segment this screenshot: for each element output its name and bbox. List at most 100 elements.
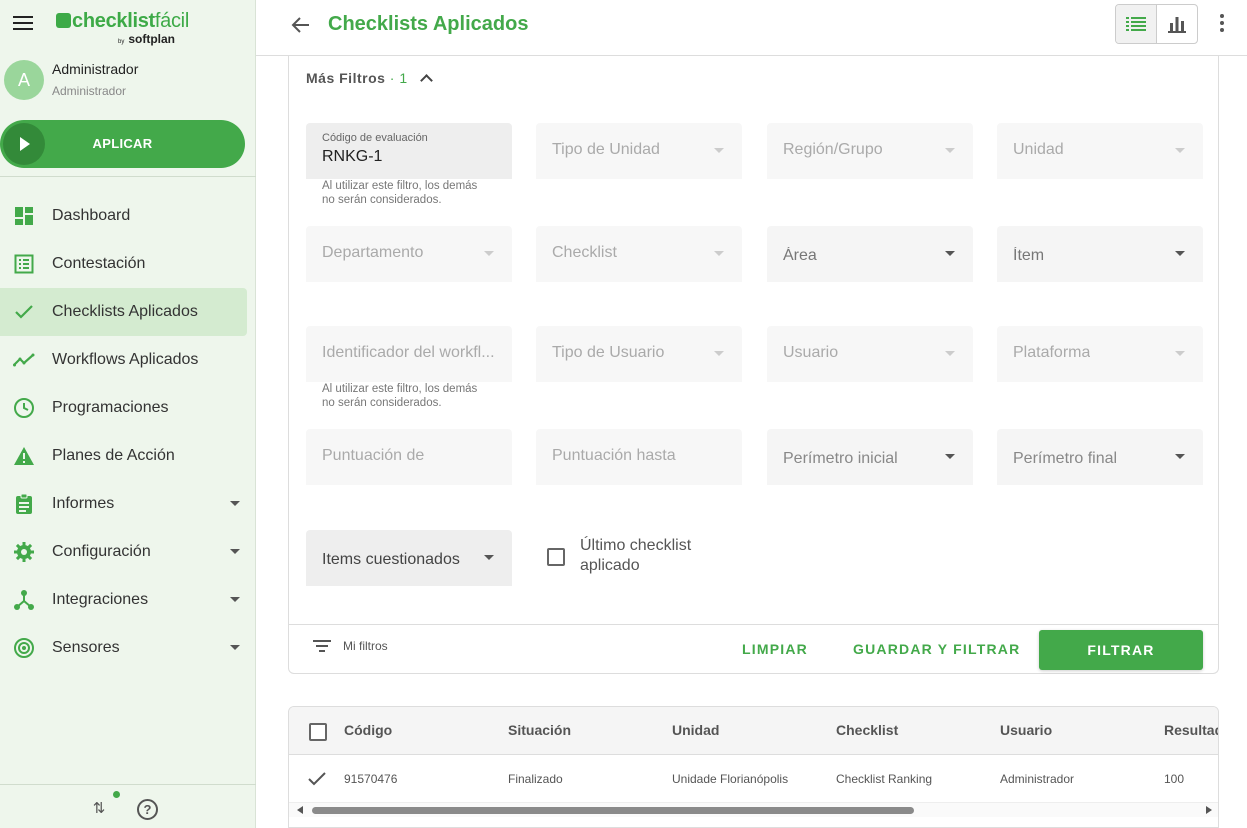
eval-code-label: Código de evaluación: [322, 132, 428, 144]
gear-icon: [12, 540, 36, 564]
usuario-select[interactable]: Usuario: [767, 326, 973, 382]
list-view-icon[interactable]: [1116, 5, 1157, 43]
horizontal-scrollbar[interactable]: [289, 803, 1218, 817]
more-options-icon[interactable]: [1218, 14, 1226, 34]
column-header-resultado[interactable]: Resultad: [1164, 722, 1218, 738]
my-filters-button[interactable]: Mi filtros: [313, 639, 388, 653]
play-icon: [3, 123, 45, 165]
logo-by: by: [118, 39, 125, 45]
filter-panel: Más Filtros · 1 Código de evaluación RNK…: [288, 56, 1219, 674]
sidebar-item-integraciones[interactable]: Integraciones: [0, 576, 256, 624]
region-grupo-select[interactable]: Región/Grupo: [767, 123, 973, 179]
checklist-placeholder: Checklist: [552, 244, 617, 261]
area-select[interactable]: Área: [767, 226, 973, 282]
perimetro-final-placeholder: Perímetro final: [1013, 450, 1118, 467]
dropdown-arrow-icon: [1175, 251, 1185, 256]
bar-chart-view-icon[interactable]: [1157, 5, 1198, 43]
column-header-unidad[interactable]: Unidad: [672, 722, 719, 738]
sidebar-item-label: Workflows Aplicados: [52, 351, 199, 368]
sidebar-item-checklists-aplicados[interactable]: Checklists Aplicados: [0, 288, 247, 336]
item-select[interactable]: Ítem: [997, 226, 1203, 282]
perimetro-final-select[interactable]: Perímetro final: [997, 429, 1203, 485]
cell-resultado: 100: [1164, 772, 1185, 786]
eval-code-field[interactable]: Código de evaluación RNKG-1: [306, 123, 512, 179]
help-icon[interactable]: ?: [137, 799, 158, 820]
dropdown-arrow-icon: [714, 351, 724, 356]
workflow-id-placeholder: Identificador del workfl...: [322, 344, 495, 361]
ultimo-checklist-line2: aplicado: [580, 557, 640, 574]
plataforma-placeholder: Plataforma: [1013, 344, 1091, 361]
eval-code-value: RNKG-1: [322, 148, 383, 165]
perimetro-inicial-select[interactable]: Perímetro inicial: [767, 429, 973, 485]
tipo-usuario-select[interactable]: Tipo de Usuario: [536, 326, 742, 382]
column-header-codigo[interactable]: Código: [344, 722, 392, 738]
hub-icon: [12, 588, 36, 612]
sidebar-item-planes-de-accion[interactable]: Planes de Acción: [0, 432, 256, 480]
clipboard-icon: [12, 492, 36, 516]
sidebar-item-configuracion[interactable]: Configuración: [0, 528, 256, 576]
tipo-unidad-select[interactable]: Tipo de Unidad: [536, 123, 742, 179]
logo-main-text: checklist: [72, 10, 155, 32]
user-name: Administrador: [52, 61, 139, 77]
workflow-id-hint: Al utilizar este filtro, los demás no se…: [322, 383, 478, 409]
logo-brand-text: softplan: [128, 32, 176, 46]
unidad-select[interactable]: Unidad: [997, 123, 1203, 179]
sidebar: checklistfácil by softplan A Administrado…: [0, 0, 256, 828]
dropdown-arrow-icon: [1175, 148, 1185, 153]
chevron-down-icon[interactable]: [230, 645, 240, 650]
filter-button[interactable]: FILTRAR: [1039, 630, 1203, 670]
my-filters-label: Mi filtros: [343, 639, 388, 653]
tipo-usuario-placeholder: Tipo de Usuario: [552, 344, 665, 361]
results-table: Código Situación Unidad Checklist Usuari…: [288, 706, 1219, 828]
dropdown-arrow-icon: [945, 351, 955, 356]
puntuacion-hasta-field[interactable]: Puntuación hasta: [536, 429, 742, 485]
select-all-checkbox[interactable]: [309, 723, 327, 741]
workflow-id-field[interactable]: Identificador del workfl...: [306, 326, 512, 382]
more-filters-toggle[interactable]: Más Filtros · 1: [306, 70, 433, 87]
chevron-down-icon[interactable]: [230, 501, 240, 506]
ultimo-checklist-checkbox[interactable]: [547, 548, 565, 566]
column-header-situacion[interactable]: Situación: [508, 722, 571, 738]
table-row[interactable]: 91570476 Finalizado Unidade Florianópoli…: [289, 755, 1218, 803]
chevron-down-icon[interactable]: [230, 597, 240, 602]
sidebar-item-label: Configuración: [52, 543, 151, 560]
save-and-filter-button[interactable]: GUARDAR Y FILTRAR: [853, 641, 1020, 657]
dropdown-arrow-icon: [1175, 351, 1185, 356]
user-role: Administrador: [52, 84, 127, 98]
sensor-icon: [12, 636, 36, 660]
sidebar-item-programaciones[interactable]: Programaciones: [0, 384, 256, 432]
dropdown-arrow-icon: [945, 454, 955, 459]
check-icon: [12, 300, 36, 324]
sync-icon[interactable]: ⇅: [89, 799, 109, 819]
apply-button[interactable]: APLICAR: [0, 120, 245, 168]
sidebar-item-sensores[interactable]: Sensores: [0, 624, 256, 672]
view-toggle: [1115, 4, 1198, 44]
dropdown-arrow-icon: [484, 555, 494, 560]
scrollbar-thumb[interactable]: [312, 807, 914, 814]
scroll-right-icon[interactable]: [1206, 806, 1212, 814]
sidebar-item-label: Checklists Aplicados: [52, 303, 198, 320]
sidebar-item-contestacion[interactable]: Contestación: [0, 240, 256, 288]
sidebar-item-dashboard[interactable]: Dashboard: [0, 192, 256, 240]
scroll-left-icon[interactable]: [297, 806, 303, 814]
perimetro-inicial-placeholder: Perímetro inicial: [783, 450, 898, 467]
sidebar-item-workflows-aplicados[interactable]: Workflows Aplicados: [0, 336, 256, 384]
plataforma-select[interactable]: Plataforma: [997, 326, 1203, 382]
sidebar-item-label: Dashboard: [52, 207, 131, 224]
column-header-checklist[interactable]: Checklist: [836, 722, 898, 738]
clear-button[interactable]: LIMPIAR: [742, 641, 808, 657]
items-cuestionados-select[interactable]: Items cuestionados: [306, 530, 512, 586]
chevron-up-icon: [420, 74, 433, 87]
avatar[interactable]: A: [4, 60, 44, 100]
menu-icon[interactable]: [13, 16, 35, 34]
usuario-placeholder: Usuario: [783, 344, 839, 361]
departamento-select[interactable]: Departamento: [306, 226, 512, 282]
checklist-select[interactable]: Checklist: [536, 226, 742, 282]
puntuacion-de-field[interactable]: Puntuación de: [306, 429, 512, 485]
sidebar-item-informes[interactable]: Informes: [0, 480, 256, 528]
sidebar-item-label: Programaciones: [52, 399, 169, 416]
clock-icon: [12, 396, 36, 420]
chevron-down-icon[interactable]: [230, 549, 240, 554]
back-arrow-icon[interactable]: [290, 14, 312, 36]
column-header-usuario[interactable]: Usuario: [1000, 722, 1052, 738]
